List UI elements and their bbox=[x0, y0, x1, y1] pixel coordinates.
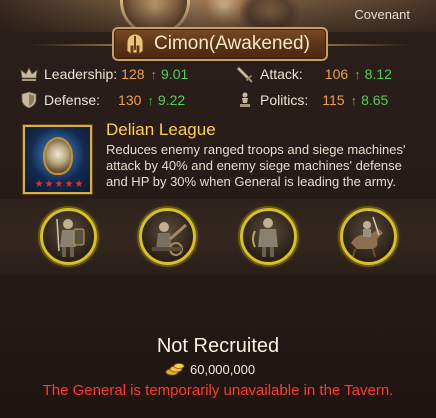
skill-stars: ★★★★★ bbox=[34, 179, 85, 190]
arrow-up-icon: ↑ bbox=[147, 92, 154, 108]
sword-icon bbox=[236, 66, 253, 83]
stat-increase: 9.01 bbox=[161, 66, 189, 82]
recruit-cost-value: 60,000,000 bbox=[190, 361, 256, 377]
general-detail-panel: Covenant Cimon(Awakened) Leadership: 128… bbox=[0, 0, 436, 418]
infantry-troop-icon[interactable] bbox=[40, 208, 97, 265]
stat-increase: 8.12 bbox=[364, 66, 392, 82]
stat-label: Leadership: bbox=[44, 66, 118, 82]
shield-icon bbox=[21, 91, 37, 109]
banner-divider-left bbox=[30, 44, 114, 46]
stat-increase: 8.65 bbox=[361, 92, 389, 108]
stat-attack: Attack: 106 ↑ 8.12 bbox=[236, 63, 392, 85]
recruit-cost: 60,000,000 bbox=[165, 360, 255, 378]
arrow-up-icon: ↑ bbox=[354, 66, 361, 82]
recruit-status: Not Recruited bbox=[156, 335, 280, 357]
chess-piece-icon bbox=[240, 92, 250, 107]
stat-increase: 9.22 bbox=[157, 92, 186, 108]
stat-value: 128 bbox=[121, 66, 145, 82]
siege-troop-icon[interactable] bbox=[139, 208, 196, 265]
cavalry-troop-icon[interactable] bbox=[340, 208, 397, 265]
stat-leadership: Leadership: 128 ↑ 9.01 bbox=[20, 63, 188, 85]
stat-value: 106 bbox=[324, 66, 349, 82]
banner-divider-right bbox=[326, 44, 410, 46]
gold-coin-icon bbox=[165, 363, 185, 376]
unavailable-warning: The General is temporarily unavailable i… bbox=[42, 382, 394, 399]
general-name-banner: Cimon(Awakened) bbox=[112, 27, 328, 61]
delian-league-skill-icon[interactable]: ★★★★★ bbox=[23, 125, 92, 194]
crown-icon bbox=[20, 67, 38, 81]
stat-defense: Defense: 130 ↑ 9.22 bbox=[20, 89, 185, 111]
skill-title: Delian League bbox=[106, 120, 216, 139]
stat-value: 115 bbox=[322, 92, 345, 108]
stat-label: Attack: bbox=[260, 66, 303, 82]
helmet-icon bbox=[126, 33, 144, 55]
archer-troop-icon[interactable] bbox=[240, 208, 297, 265]
stat-label: Defense: bbox=[44, 92, 101, 108]
arrow-up-icon: ↑ bbox=[350, 92, 358, 108]
skill-description: Reduces enemy ranged troops and siege ma… bbox=[106, 142, 406, 189]
stat-label: Politics: bbox=[260, 92, 309, 108]
stat-value: 130 bbox=[118, 92, 142, 108]
arrow-up-icon: ↑ bbox=[150, 66, 158, 82]
covenant-label[interactable]: Covenant bbox=[354, 7, 410, 22]
stat-politics: Politics: 115 ↑ 8.65 bbox=[236, 89, 388, 111]
general-name: Cimon(Awakened) bbox=[154, 33, 310, 54]
skill-medal bbox=[43, 137, 73, 175]
